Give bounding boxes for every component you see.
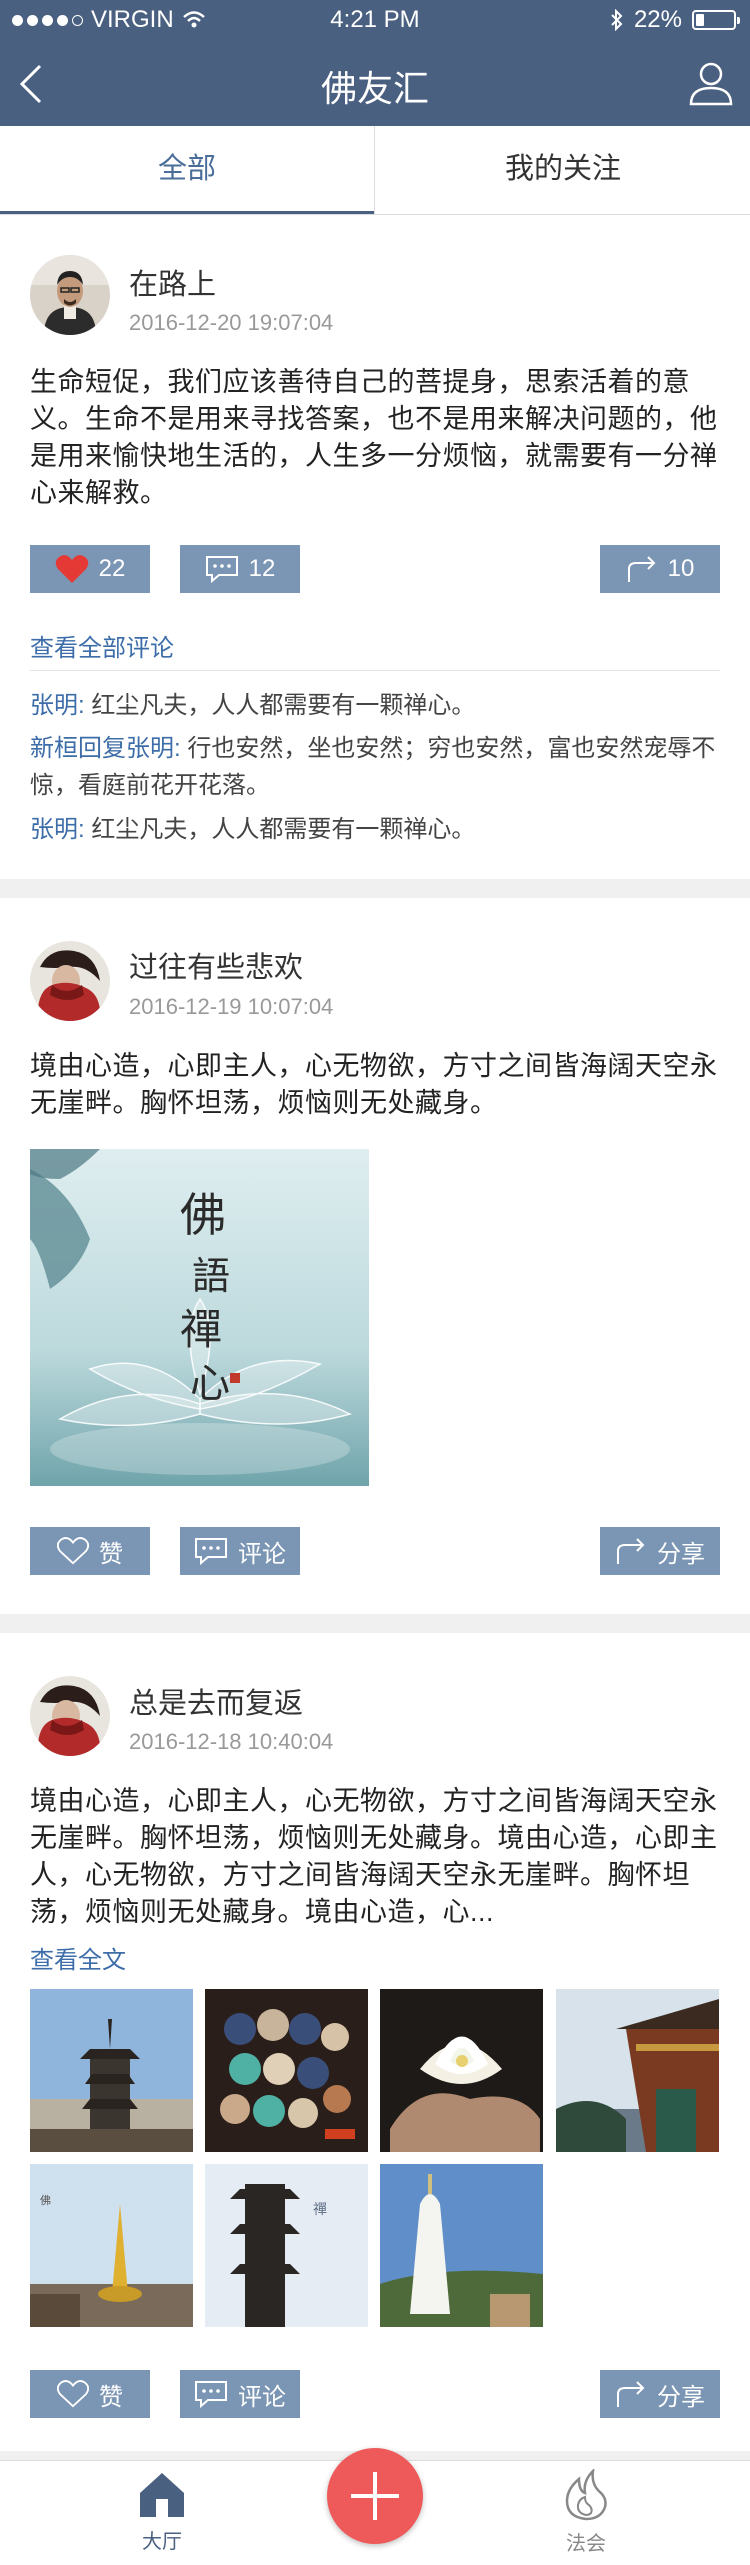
tab-following[interactable]: 我的关注 <box>376 126 750 214</box>
compose-button[interactable] <box>327 2448 423 2544</box>
post-content: 生命短促，我们应该善待自己的菩提身，思索活着的意义。生命不是用来寻找答案，也不是… <box>30 367 718 508</box>
nav-item-home[interactable]: 大厅 <box>102 2469 222 2554</box>
avatar[interactable] <box>30 941 110 1021</box>
heart-filled-icon <box>55 555 88 583</box>
comment-button[interactable]: 评论 <box>180 2370 300 2418</box>
comment-author[interactable]: 张明: <box>30 816 85 843</box>
comment-item: 新桓回复张明: 行也安然，坐也安然；穷也安然，富也安然宠辱不惊，看庭前花开花落。 <box>30 730 730 804</box>
post-author[interactable]: 总是去而复返 <box>129 1680 303 1722</box>
nav-home-label: 大厅 <box>142 2531 182 2553</box>
comment-item: 张明: 红尘凡夫，人人都需要有一颗禅心。 <box>30 811 730 848</box>
post-author[interactable]: 过往有些悲欢 <box>129 944 303 986</box>
avatar[interactable] <box>30 1676 110 1756</box>
comment-author[interactable]: 新桓回复张明: <box>30 735 181 762</box>
photo-thumbnail[interactable] <box>30 1989 193 2152</box>
status-bar: VIRGIN 4:21 PM 22% <box>0 0 750 40</box>
tab-bar: 全部 我的关注 <box>0 126 750 215</box>
like-count: 22 <box>98 555 126 582</box>
home-icon <box>140 2473 184 2517</box>
comment-icon <box>205 556 238 583</box>
user-profile-icon[interactable] <box>686 58 736 108</box>
share-button[interactable]: 分享 <box>600 2370 720 2418</box>
post-date: 2016-12-19 10:07:04 <box>129 994 334 1019</box>
share-icon <box>617 1538 645 1564</box>
svg-text:語: 語 <box>192 1254 230 1298</box>
bluetooth-icon <box>611 9 623 31</box>
like-label: 赞 <box>99 2383 123 2411</box>
comment-text: 红尘凡夫，人人都需要有一颗禅心。 <box>84 816 476 843</box>
like-label: 赞 <box>99 1540 123 1568</box>
post-date: 2016-12-18 10:40:04 <box>129 1729 334 1754</box>
nav-item-fahui[interactable]: 法会 <box>526 2467 646 2556</box>
svg-text:禪: 禪 <box>313 2202 327 2218</box>
tab-all[interactable]: 全部 <box>0 126 374 214</box>
heart-outline-icon <box>57 1537 89 1565</box>
comment-author[interactable]: 张明: <box>30 692 85 719</box>
share-button[interactable]: 10 <box>600 545 720 593</box>
svg-text:佛: 佛 <box>40 2194 51 2207</box>
comment-button[interactable]: 评论 <box>180 1527 300 1575</box>
comment-text: 红尘凡夫，人人都需要有一颗禅心。 <box>84 692 476 719</box>
like-button[interactable]: 赞 <box>30 2370 150 2418</box>
photo-thumbnail[interactable]: 禪 <box>205 2164 368 2327</box>
svg-text:禪: 禪 <box>180 1305 222 1354</box>
like-button[interactable]: 22 <box>30 545 150 593</box>
photo-thumbnail[interactable] <box>556 1989 719 2152</box>
battery-percent: 22% <box>633 6 682 33</box>
share-label: 分享 <box>657 1540 705 1568</box>
svg-text:心: 心 <box>190 1361 230 1407</box>
divider <box>30 670 720 671</box>
comment-icon <box>195 2381 227 2408</box>
comment-label: 评论 <box>238 1540 286 1568</box>
comment-item: 张明: 红尘凡夫，人人都需要有一颗禅心。 <box>30 687 730 724</box>
post-image[interactable]: 佛 語 禪 心 <box>30 1149 369 1486</box>
read-more-link[interactable]: 查看全文 <box>30 1940 126 1975</box>
comment-button[interactable]: 12 <box>180 545 300 593</box>
share-label: 分享 <box>657 2383 705 2411</box>
photo-thumbnail[interactable] <box>380 1989 543 2152</box>
share-icon <box>627 556 656 582</box>
share-button[interactable]: 分享 <box>600 1527 720 1575</box>
nav-bar: 佛友汇 <box>0 40 750 126</box>
tab-divider <box>374 126 375 214</box>
like-button[interactable]: 赞 <box>30 1527 150 1575</box>
flame-icon <box>565 2467 607 2521</box>
post-date: 2016-12-20 19:07:04 <box>129 310 334 335</box>
post-card: 在路上 2016-12-20 19:07:04 生命短促，我们应该善待自己的菩提… <box>0 215 750 879</box>
comment-count: 12 <box>248 555 276 582</box>
post-author[interactable]: 在路上 <box>129 261 216 303</box>
post-card: 总是去而复返 2016-12-18 10:40:04 境由心造，心即主人，心无物… <box>0 1633 750 2451</box>
battery-icon <box>692 10 740 30</box>
plus-icon <box>351 2472 399 2520</box>
post-content: 境由心造，心即主人，心无物欲，方寸之间皆海阔天空永无崖畔。胸怀坦荡，烦恼则无处藏… <box>30 1786 718 1927</box>
comment-label: 评论 <box>238 2383 286 2411</box>
nav-fahui-label: 法会 <box>566 2533 606 2555</box>
share-icon <box>617 2381 645 2407</box>
view-all-comments-link[interactable]: 查看全部评论 <box>30 628 174 663</box>
photo-thumbnail[interactable] <box>380 2164 543 2327</box>
photo-thumbnail[interactable] <box>205 1989 368 2152</box>
image-calligraphy: 佛 <box>180 1188 226 1242</box>
photo-thumbnail[interactable]: 佛 <box>30 2164 193 2327</box>
avatar[interactable] <box>30 255 110 335</box>
post-card: 过往有些悲欢 2016-12-19 10:07:04 境由心造，心即主人，心无物… <box>0 898 750 1614</box>
comment-icon <box>195 1538 227 1565</box>
post-content: 境由心造，心即主人，心无物欲，方寸之间皆海阔天空永无崖畔。胸怀坦荡，烦恼则无处藏… <box>30 1051 718 1118</box>
share-count: 10 <box>667 555 695 582</box>
heart-outline-icon <box>57 2380 89 2408</box>
page-title: 佛友汇 <box>320 68 429 109</box>
